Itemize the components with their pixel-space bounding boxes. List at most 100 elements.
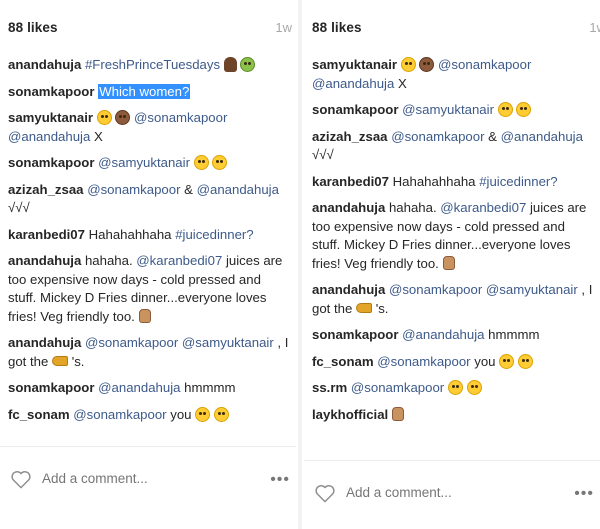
eye-roll-icon bbox=[497, 102, 513, 117]
grin-face-icon bbox=[213, 406, 229, 422]
key-icon bbox=[52, 355, 69, 366]
mention-link[interactable]: @sonamkapoor bbox=[377, 354, 470, 369]
comment-text: Hahahahhaha bbox=[88, 226, 172, 242]
comment-item: anandahuja @sonamkapoor @samyuktanair , … bbox=[312, 281, 594, 318]
heart-icon[interactable] bbox=[314, 483, 336, 503]
comment-username[interactable]: samyuktanair bbox=[8, 110, 93, 125]
comment-username[interactable]: sonamkapoor bbox=[312, 327, 398, 342]
comment-text: hmmmm bbox=[184, 380, 236, 395]
eye-roll-icon bbox=[193, 155, 209, 170]
comment-username[interactable]: sonamkapoor bbox=[312, 102, 398, 117]
comment-item: sonamkapoor @samyuktanair bbox=[312, 101, 594, 120]
tongue-face-icon bbox=[516, 102, 532, 117]
comment-text: hahaha. bbox=[84, 253, 133, 268]
smirk-face-icon bbox=[466, 380, 482, 395]
mention-link[interactable]: @samyuktanair bbox=[182, 335, 274, 350]
mention-link[interactable]: @anandahuja bbox=[197, 182, 279, 197]
peace-hand-icon bbox=[442, 255, 455, 270]
comment-item: fc_sonam @sonamkapoor you bbox=[8, 406, 290, 425]
mention-link[interactable]: @samyuktanair bbox=[402, 102, 494, 117]
comment-item: anandahuja hahaha. @karanbedi07 juices a… bbox=[312, 199, 594, 273]
comment-username[interactable]: anandahuja bbox=[312, 200, 385, 215]
more-options-icon[interactable]: ••• bbox=[574, 485, 594, 503]
comment-text: √√√ bbox=[8, 200, 30, 215]
comment-username[interactable]: anandahuja bbox=[312, 282, 385, 297]
mention-link[interactable]: @anandahuja bbox=[8, 129, 90, 144]
hashtag-link[interactable]: #juicedinner? bbox=[175, 227, 253, 242]
mention-link[interactable]: @sonamkapoor bbox=[85, 335, 178, 350]
mention-link[interactable]: @anandahuja bbox=[312, 76, 394, 91]
comment-username[interactable]: azizah_zsaa bbox=[8, 182, 84, 197]
likes-count[interactable]: 88 likes bbox=[312, 20, 362, 35]
comment-item: ss.rm @sonamkapoor bbox=[312, 379, 594, 398]
comment-username[interactable]: sonamkapoor bbox=[8, 155, 94, 170]
mention-link[interactable]: @samyuktanair bbox=[486, 282, 578, 297]
comment-username[interactable]: sonamkapoor bbox=[8, 380, 94, 395]
post-time[interactable]: 1w bbox=[589, 20, 600, 35]
comment-text: you bbox=[170, 406, 192, 422]
comment-text: & bbox=[488, 128, 497, 144]
comment-username[interactable]: anandahuja bbox=[8, 253, 81, 268]
comment-item: sonamkapoor Which women? bbox=[8, 83, 290, 102]
comment-item: anandahuja hahaha. @karanbedi07 juices a… bbox=[8, 252, 290, 326]
add-comment-input[interactable] bbox=[346, 485, 546, 500]
comment-text: hmmmm bbox=[488, 327, 540, 342]
smirk-face-icon bbox=[447, 380, 463, 395]
comment-item: karanbedi07 Hahahahhaha #juicedinner? bbox=[312, 173, 594, 192]
mention-link[interactable]: @anandahuja bbox=[402, 327, 484, 342]
mention-link[interactable]: @sonamkapoor bbox=[389, 282, 482, 297]
mention-link[interactable]: @anandahuja bbox=[501, 129, 583, 144]
comment-username[interactable]: ss.rm bbox=[312, 380, 347, 395]
comment-text: 's. bbox=[375, 300, 389, 316]
hashtag-link[interactable]: #juicedinner? bbox=[479, 174, 557, 189]
comment-username[interactable]: karanbedi07 bbox=[312, 174, 389, 189]
right-post-panel: 88 likes 1w samyuktanair @sonamkapoor @a… bbox=[304, 0, 600, 529]
key-icon bbox=[356, 302, 373, 313]
heart-icon[interactable] bbox=[10, 469, 32, 489]
comment-text: & bbox=[184, 181, 193, 197]
comment-item: anandahuja @sonamkapoor @samyuktanair , … bbox=[8, 334, 290, 371]
mention-link[interactable]: @sonamkapoor bbox=[351, 380, 444, 395]
post-time[interactable]: 1w bbox=[275, 20, 292, 35]
comment-item: fc_sonam @sonamkapoor you bbox=[312, 353, 594, 372]
hashtag-link[interactable]: #FreshPrinceTuesdays bbox=[85, 57, 220, 72]
mention-link[interactable]: @sonamkapoor bbox=[438, 57, 531, 72]
comment-username[interactable]: anandahuja bbox=[8, 335, 81, 350]
mention-link[interactable]: @anandahuja bbox=[98, 380, 180, 395]
comment-item: sonamkapoor @anandahuja hmmmm bbox=[8, 379, 290, 398]
comment-username[interactable]: anandahuja bbox=[8, 57, 81, 72]
comment-username[interactable]: laykhofficial bbox=[312, 407, 388, 422]
comment-username[interactable]: fc_sonam bbox=[8, 407, 70, 422]
comment-username[interactable]: fc_sonam bbox=[312, 354, 374, 369]
mention-link[interactable]: @karanbedi07 bbox=[440, 200, 526, 215]
left-post-panel: 88 likes 1w anandahuja #FreshPrinceTuesd… bbox=[0, 0, 296, 529]
comment-username[interactable]: azizah_zsaa bbox=[312, 129, 388, 144]
comment-item: sonamkapoor @anandahuja hmmmm bbox=[312, 326, 594, 345]
mention-link[interactable]: @karanbedi07 bbox=[136, 253, 222, 268]
tears-of-joy-icon bbox=[400, 57, 416, 72]
comment-username[interactable]: sonamkapoor bbox=[8, 84, 94, 99]
mention-link[interactable]: @sonamkapoor bbox=[87, 182, 180, 197]
comment-item: azizah_zsaa @sonamkapoor & @anandahuja √… bbox=[8, 181, 290, 218]
add-comment-input[interactable] bbox=[42, 471, 242, 486]
comment-item: karanbedi07 Hahahahhaha #juicedinner? bbox=[8, 226, 290, 245]
mention-link[interactable]: @sonamkapoor bbox=[73, 407, 166, 422]
comment-footer: ••• bbox=[304, 460, 600, 520]
likes-count[interactable]: 88 likes bbox=[8, 20, 58, 35]
thumbs-up-icon bbox=[391, 406, 404, 421]
mention-link[interactable]: @sonamkapoor bbox=[391, 129, 484, 144]
mention-link[interactable]: @samyuktanair bbox=[98, 155, 190, 170]
comment-username[interactable]: karanbedi07 bbox=[8, 227, 85, 242]
grin-face-icon bbox=[517, 353, 533, 369]
tears-of-joy-icon bbox=[96, 110, 112, 125]
comments-list: samyuktanair @sonamkapoor @anandahuja Xs… bbox=[312, 56, 594, 432]
comment-text: √√√ bbox=[312, 147, 334, 162]
mention-link[interactable]: @sonamkapoor bbox=[134, 110, 227, 125]
comment-item: samyuktanair @sonamkapoor @anandahuja X bbox=[312, 56, 594, 93]
tongue-face-icon bbox=[499, 353, 515, 369]
comment-username[interactable]: samyuktanair bbox=[312, 57, 397, 72]
comment-text: hahaha. bbox=[388, 200, 437, 215]
comment-item: samyuktanair @sonamkapoor @anandahuja X bbox=[8, 109, 290, 146]
more-options-icon[interactable]: ••• bbox=[270, 471, 290, 489]
comment-item: azizah_zsaa @sonamkapoor & @anandahuja √… bbox=[312, 128, 594, 165]
